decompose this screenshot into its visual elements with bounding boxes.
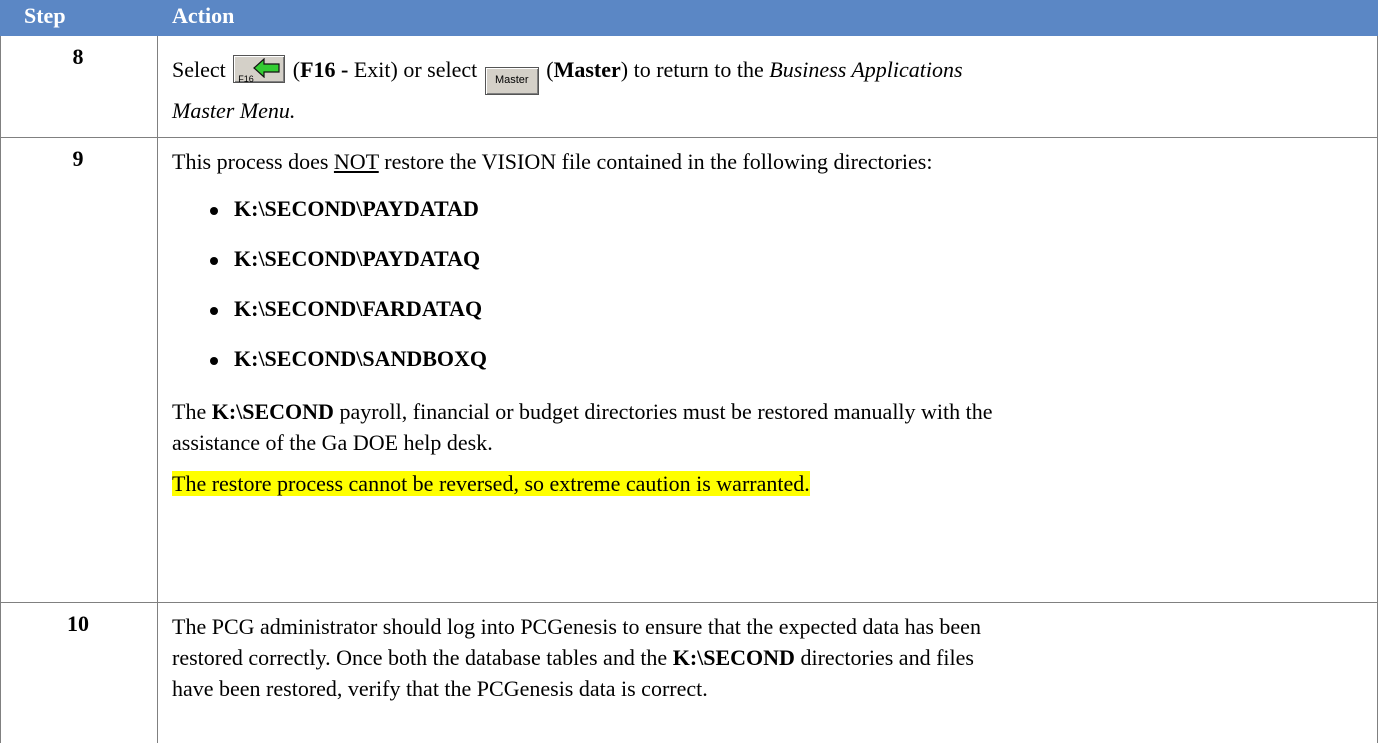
row-divider [0, 602, 1378, 603]
step-9-intro: This process does NOT restore the VISION… [172, 149, 933, 174]
back-arrow-icon [253, 58, 280, 78]
header-action: Action [172, 3, 235, 28]
table-border-left [0, 36, 1, 743]
bullet-icon [210, 207, 218, 215]
bullet-icon [210, 307, 218, 315]
directory-item: K:\SECOND\FARDATAQ [210, 296, 482, 322]
bullet-icon [210, 257, 218, 265]
directory-item: K:\SECOND\SANDBOXQ [210, 346, 487, 372]
f16-exit-button[interactable]: F16 [233, 55, 286, 84]
step-number: 10 [67, 611, 89, 636]
warning-text: The restore process cannot be reversed, … [172, 471, 810, 496]
table-border-right [1377, 36, 1378, 743]
step-10-text: The PCG administrator should log into PC… [172, 614, 981, 701]
step-number: 9 [72, 146, 84, 171]
table-header: Step Action [0, 0, 1378, 36]
step-9-note: The K:\SECOND payroll, financial or budg… [172, 399, 993, 455]
step-number: 8 [72, 44, 84, 69]
directory-item: K:\SECOND\PAYDATAQ [210, 246, 480, 272]
step-8-text: Select F16 (F16 - Exit) or select Master… [172, 55, 963, 123]
column-divider [157, 36, 158, 743]
directory-item: K:\SECOND\PAYDATAD [210, 196, 479, 222]
bullet-icon [210, 357, 218, 365]
master-button[interactable]: Master [484, 67, 539, 95]
row-divider [0, 137, 1378, 138]
header-step: Step [24, 3, 66, 28]
